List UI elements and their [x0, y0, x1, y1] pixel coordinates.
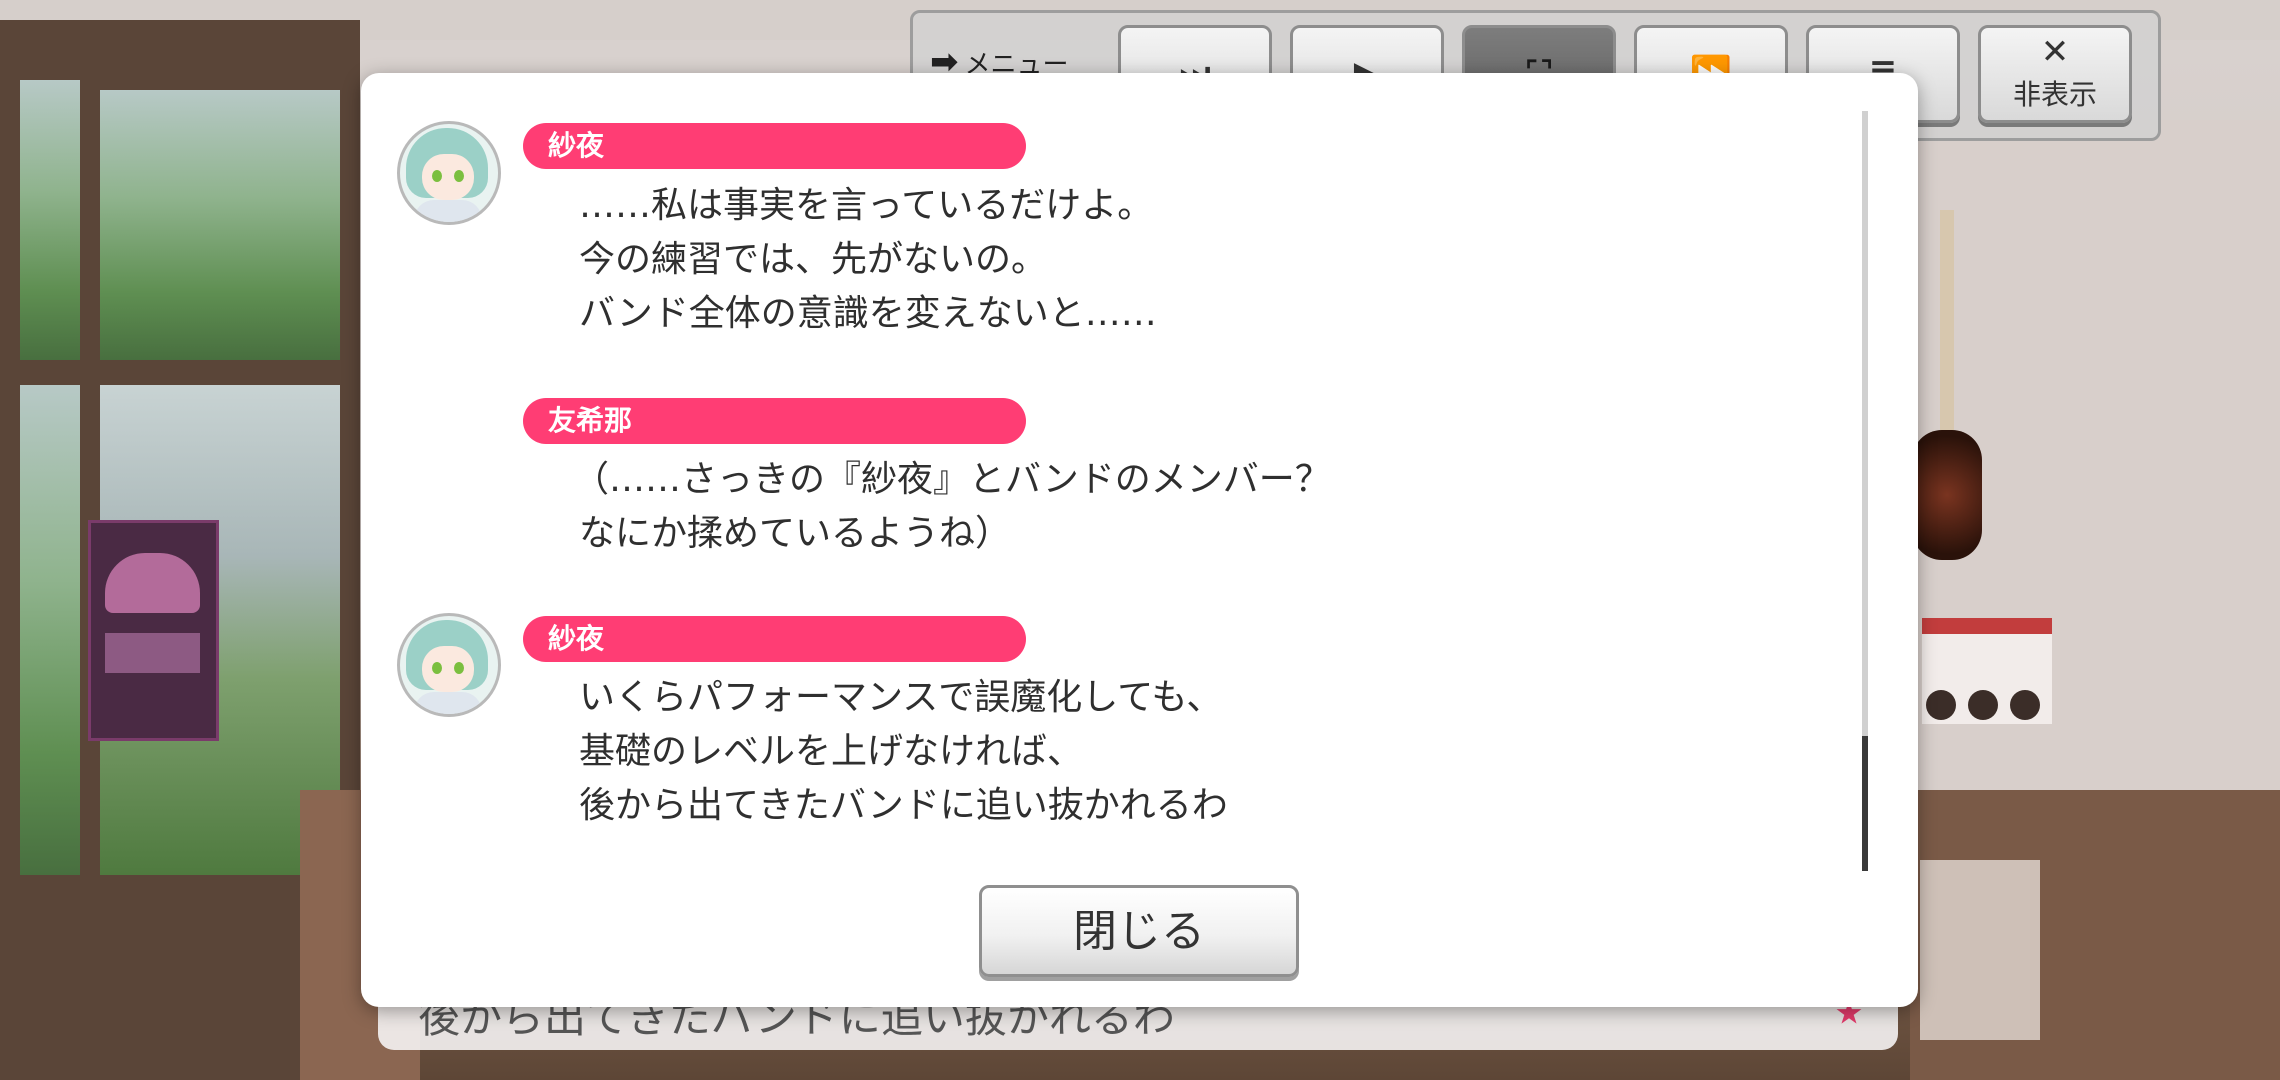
- dialogue-line: 後から出てきたバンドに追い抜かれるわ: [579, 785, 1228, 826]
- microphones: [1920, 690, 2060, 750]
- log-modal: 紗夜 ……私は事実を言っているだけよ。 今の練習では、先がないの。 バンド全体の…: [361, 73, 1918, 1007]
- dialogue-lines: （……さっきの『紗夜』とバンドのメンバー？ なにか揉めているようね）: [573, 453, 1331, 561]
- hide-ui-label: 非表示: [2012, 78, 2097, 111]
- dialogue-line: 基礎のレベルを上げなければ、: [579, 731, 1084, 772]
- close-icon: ✕: [2040, 32, 2070, 72]
- dialogue-line: ……私は事実を言っているだけよ。: [579, 185, 1154, 226]
- dialogue-line: 今の練習では、先がないの。: [579, 239, 1048, 280]
- poster: [88, 520, 219, 741]
- dialogue-line: バンド全体の意識を変えないと……: [579, 293, 1157, 334]
- dialogue-lines: ……私は事実を言っているだけよ。 今の練習では、先がないの。 バンド全体の意識を…: [579, 179, 1157, 341]
- window-pane: [20, 385, 80, 875]
- window-pane: [20, 80, 80, 360]
- dialogue-line: なにか揉めているようね）: [579, 513, 1012, 554]
- avatar: [397, 121, 501, 225]
- hide-ui-button[interactable]: ✕ 非表示: [1978, 25, 2132, 123]
- scrollbar-thumb[interactable]: [1862, 736, 1868, 871]
- dialogue-lines: いくらパフォーマンスで誤魔化しても、 基礎のレベルを上げなければ、 後から出てき…: [579, 671, 1228, 833]
- speaker-name-tag: 紗夜: [523, 616, 1026, 662]
- speaker-name-tag: 友希那: [523, 398, 1026, 444]
- guitar: [1912, 210, 1982, 570]
- window-pane: [100, 90, 340, 360]
- speaker-name-tag: 紗夜: [523, 123, 1026, 169]
- avatar: [397, 613, 501, 717]
- log-list[interactable]: 紗夜 ……私は事実を言っているだけよ。 今の練習では、先がないの。 バンド全体の…: [361, 73, 1881, 873]
- pegboard: [1920, 860, 2040, 1040]
- dialogue-line: いくらパフォーマンスで誤魔化しても、: [579, 677, 1223, 718]
- close-button[interactable]: 閉じる: [979, 885, 1299, 977]
- dialogue-line: （……さっきの『紗夜』とバンドのメンバー？: [573, 459, 1331, 500]
